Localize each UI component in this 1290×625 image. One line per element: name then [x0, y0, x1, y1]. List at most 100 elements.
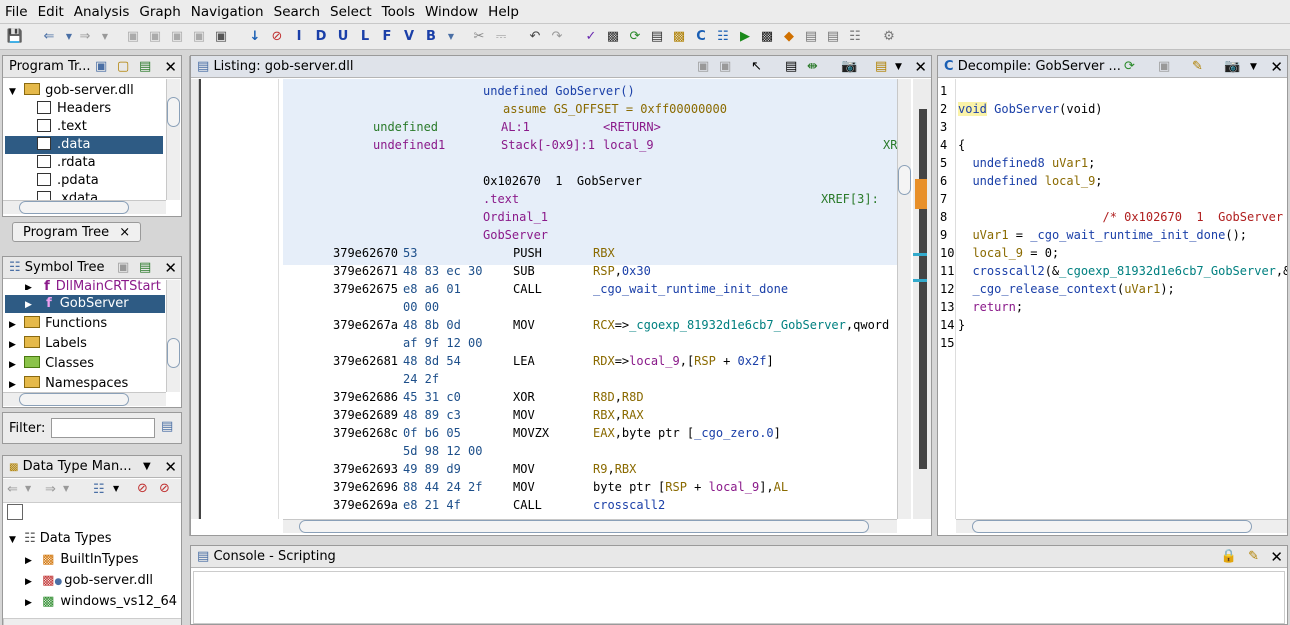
expand-icon[interactable]: ▶ — [9, 340, 16, 350]
tree-item-data[interactable]: .data — [5, 136, 163, 154]
code-line[interactable]: undefined8 uVar1; — [958, 154, 1287, 172]
nav-prev-undef-icon[interactable]: ▣ — [168, 28, 186, 46]
layout-dropdown-icon[interactable]: ▼ — [895, 56, 902, 77]
tree-icon[interactable]: ☷ — [846, 28, 864, 46]
menu-analysis[interactable]: Analysis — [69, 0, 135, 20]
close-icon[interactable]: ✕ — [914, 56, 927, 77]
symbol-dllmain[interactable]: ▶ f DllMainCRTStart — [25, 278, 161, 290]
dtm-root[interactable]: ▼ ☷ Data Types — [9, 530, 112, 548]
close-tab-icon[interactable]: × — [119, 225, 130, 240]
instruction-row[interactable]: 24 2f — [283, 370, 897, 388]
code-line[interactable]: _cgo_release_context(uVar1); — [958, 280, 1287, 298]
instruction-operand[interactable]: R8D,R8D — [593, 388, 644, 406]
nav-prev-label-icon[interactable]: ▣ — [190, 28, 208, 46]
menu-search[interactable]: Search — [269, 0, 325, 20]
instruction-row[interactable]: 00 00 — [283, 298, 897, 316]
program-tree-hscroll[interactable] — [3, 200, 166, 214]
tree-item-rdata[interactable]: .rdata — [37, 154, 96, 172]
code-line[interactable]: crosscall2(&_cgoexp_81932d1e6cb7_GobServ… — [958, 262, 1287, 280]
scroll-thumb[interactable] — [972, 520, 1252, 533]
cut-icon[interactable]: ✂ — [470, 28, 488, 46]
symbol-tree-hscroll[interactable] — [3, 392, 166, 406]
forward-dropdown-icon[interactable]: ▼ — [96, 28, 114, 46]
expand-all-icon[interactable]: ☷ — [93, 482, 105, 497]
data-icon[interactable]: D — [312, 28, 330, 46]
function-signature[interactable]: undefined GobServer() — [483, 82, 635, 100]
close-icon[interactable]: ✕ — [164, 456, 177, 477]
terminal-icon[interactable]: ▩ — [758, 28, 776, 46]
collapse-icon[interactable] — [7, 504, 23, 520]
menu-graph[interactable]: Graph — [134, 0, 185, 20]
menu-navigation[interactable]: Navigation — [186, 0, 269, 20]
forward-dropdown-icon[interactable]: ▼ — [63, 484, 69, 493]
expand-icon[interactable]: ▶ — [9, 380, 16, 390]
program-tree-vscroll[interactable] — [166, 79, 180, 200]
expand-icon[interactable]: ▶ — [9, 360, 16, 370]
redo-icon[interactable]: ↷ — [548, 28, 566, 46]
expand-icon[interactable]: ▶ — [25, 300, 32, 310]
xref-label[interactable]: XREF[3]: — [821, 190, 879, 208]
refresh-icon[interactable]: ⟳ — [1124, 56, 1135, 77]
instruction-operand[interactable]: R9,RBX — [593, 460, 636, 478]
instruction-row[interactable]: 379e6269a e8 21 4f CALL crosscall2 — [283, 496, 897, 514]
instruction-row[interactable]: af 9f 12 00 — [283, 334, 897, 352]
instruction-row[interactable]: 379e6268c 0f b6 05 MOVZX EAX,byte ptr [_cgo… — [283, 424, 897, 442]
tab-program-tree[interactable]: Program Tree × — [12, 222, 142, 242]
instruction-operand[interactable]: EAX,byte ptr [_cgo_zero.0] — [593, 424, 781, 442]
instruction-operand[interactable]: RDX=>local_9,[RSP + 0x2f] — [593, 352, 774, 370]
code-line[interactable]: local_9 = 0; — [958, 244, 1287, 262]
open-folder-icon[interactable]: ▢ — [117, 56, 129, 77]
code-line[interactable] — [958, 190, 1287, 208]
value-icon[interactable]: V — [400, 28, 418, 46]
tree-item-pdata[interactable]: .pdata — [37, 172, 99, 190]
bytes-icon[interactable]: ▩ — [604, 28, 622, 46]
memory-map-icon[interactable]: ▤ — [802, 28, 820, 46]
register-icon[interactable]: ▤ — [824, 28, 842, 46]
symbol-labels[interactable]: ▶ Labels — [9, 335, 87, 353]
instruction-row[interactable]: 379e6267a 48 8b 0d MOV RCX=>_cgoexp_81932d1… — [283, 316, 911, 334]
instruction-row[interactable]: 379e62670 53 PUSH RBX — [283, 244, 897, 262]
instruction-operand[interactable]: _cgo_wait_runtime_init_done — [593, 280, 788, 298]
instruction-operand[interactable]: RSP,0x30 — [593, 262, 651, 280]
close-icon[interactable]: ✕ — [1270, 56, 1283, 77]
menu-window[interactable]: Window — [420, 0, 483, 20]
forward-icon[interactable]: ⇒ — [45, 482, 56, 497]
dtm-windows[interactable]: ▶ ▩ windows_vs12_64 — [25, 593, 177, 611]
layout-icon[interactable]: ▤ — [875, 56, 887, 77]
menu-file[interactable]: File — [0, 0, 33, 20]
cursor-icon[interactable]: ↖ — [751, 56, 762, 77]
menu-tools[interactable]: Tools — [377, 0, 420, 20]
instruction-row[interactable]: 379e62681 48 8d 54 LEA RDX=>local_9,[RSP + … — [283, 352, 897, 370]
nav-prev-func-icon[interactable]: ▣ — [212, 28, 230, 46]
code-line[interactable]: undefined local_9; — [958, 172, 1287, 190]
tree-item-xdata[interactable]: .xdata — [37, 190, 98, 200]
symbol-classes[interactable]: ▶ Classes — [9, 355, 94, 373]
bookmark-icon[interactable]: B — [422, 28, 440, 46]
data-types-icon[interactable]: ▩ — [670, 28, 688, 46]
filter-input[interactable] — [51, 418, 155, 438]
export-icon[interactable]: ▤ — [139, 257, 151, 278]
expand-icon[interactable]: ▼ — [9, 87, 16, 97]
undefined-icon[interactable]: U — [334, 28, 352, 46]
instruction-row[interactable]: 379e62675 e8 a6 01 CALL _cgo_wait_runtime_i… — [283, 280, 897, 298]
instruction-operand[interactable]: crosscall2 — [593, 496, 665, 514]
back-icon[interactable]: ⇐ — [7, 482, 18, 497]
snapshot-icon[interactable]: 📷 — [841, 56, 857, 77]
copy-icon[interactable]: ▣ — [697, 56, 709, 77]
scroll-thumb[interactable] — [19, 393, 129, 406]
nav-prev-inst-icon[interactable]: ▣ — [146, 28, 164, 46]
symbol-functions[interactable]: ▶ Functions — [9, 315, 107, 333]
instruction-row[interactable]: 379e62689 48 89 c3 MOV RBX,RAX — [283, 406, 897, 424]
filter-options-icon[interactable]: ▤ — [161, 419, 173, 434]
forward-icon[interactable]: ⇒ — [76, 28, 94, 46]
new-folder-icon[interactable]: ▣ — [95, 56, 107, 77]
instruction-row[interactable]: 5d 98 12 00 — [283, 442, 897, 460]
export-icon[interactable]: ▤ — [139, 56, 151, 77]
tree-item-headers[interactable]: Headers — [37, 100, 111, 118]
edit-icon[interactable]: ✎ — [1192, 56, 1203, 77]
filter-off-icon[interactable]: ⊘ — [137, 481, 148, 496]
expand-icon[interactable]: ▶ — [25, 283, 32, 290]
copy-icon[interactable]: ▣ — [1158, 56, 1170, 77]
scroll-thumb[interactable] — [167, 97, 180, 127]
instruction-row[interactable]: 379e62693 49 89 d9 MOV R9,RBX — [283, 460, 897, 478]
